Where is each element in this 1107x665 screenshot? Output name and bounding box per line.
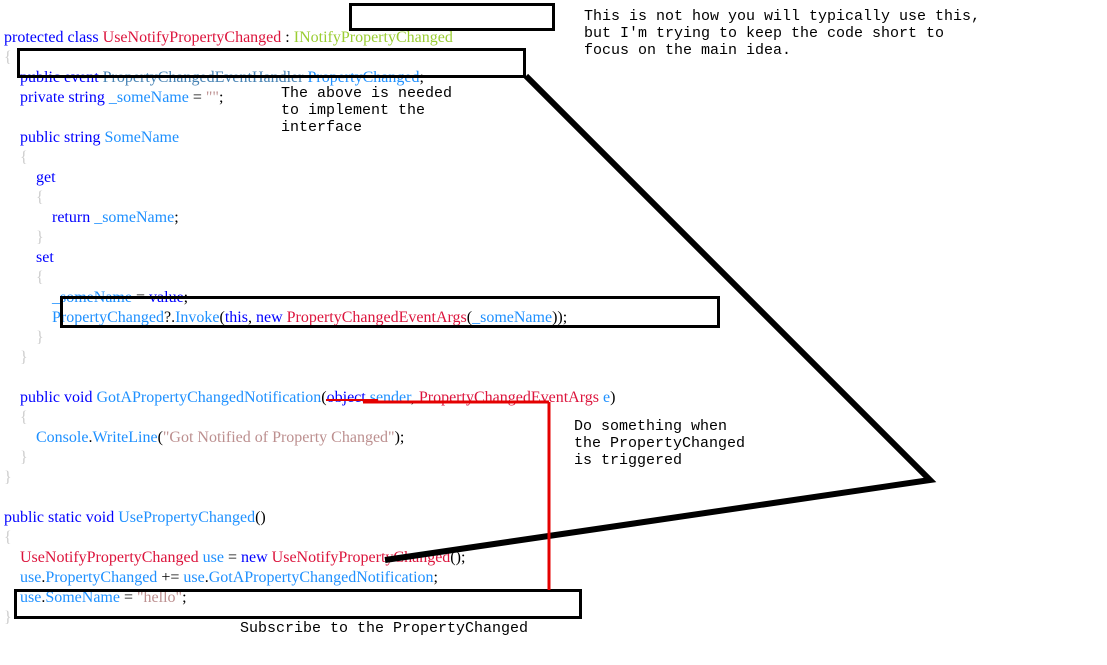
method-usepropertychanged: UsePropertyChanged (114, 509, 255, 526)
brace: { (4, 49, 12, 66)
method-notification: GotAPropertyChangedNotification (92, 389, 321, 406)
var-use: use (183, 569, 204, 586)
brace: } (20, 449, 28, 466)
close: ); (395, 429, 405, 446)
brace: } (36, 329, 44, 346)
highlight-box-interface (349, 3, 555, 31)
keyword-void: void (82, 509, 114, 526)
semicolon: ; (434, 569, 438, 586)
keyword-get: get (36, 169, 56, 186)
brace: } (4, 469, 12, 486)
keyword-void: void (60, 389, 92, 406)
interface-name: INotifyPropertyChanged (294, 29, 453, 46)
var-use: use (20, 569, 41, 586)
handler-ref: GotAPropertyChangedNotification (209, 569, 434, 586)
keyword-class: class (64, 29, 99, 46)
keyword-public: public (20, 129, 60, 146)
brace: } (4, 609, 12, 626)
string-literal: "Got Notified of Property Changed" (163, 429, 395, 446)
brace: { (20, 409, 28, 426)
plus-equals: += (157, 569, 183, 586)
semicolon: ; (174, 209, 178, 226)
string-empty: "" (206, 89, 219, 106)
keyword-protected: protected (4, 29, 64, 46)
keyword-public: public (20, 389, 60, 406)
field-ref: _someName (90, 209, 174, 226)
keyword-static: static (44, 509, 82, 526)
param-e: e (599, 389, 610, 406)
field-somename: _someName (105, 89, 189, 106)
param-sender: sender (366, 389, 411, 406)
class-name: UseNotifyPropertyChanged (99, 29, 282, 46)
highlight-box-event (17, 48, 526, 78)
annotation-above-needed: The above is needed to implement the int… (281, 85, 452, 136)
keyword-set: set (36, 249, 54, 266)
var-use: use (199, 549, 224, 566)
type-use: UseNotifyPropertyChanged (268, 549, 451, 566)
keyword-public: public (4, 509, 44, 526)
keyword-return: return (52, 209, 90, 226)
equals: = (224, 549, 241, 566)
brace: } (20, 349, 28, 366)
brace: { (36, 189, 44, 206)
brace: { (20, 149, 28, 166)
highlight-box-subscribe (14, 589, 582, 619)
parens: () (255, 509, 266, 526)
type-args: PropertyChangedEventArgs (419, 389, 599, 406)
console-ref: Console (36, 429, 88, 446)
propertychanged-ref: PropertyChanged (45, 569, 157, 586)
equals: = (189, 89, 206, 106)
keyword-object: object (327, 389, 366, 406)
annotation-top-right: This is not how you will typically use t… (584, 8, 980, 59)
annotation-subscribe: Subscribe to the PropertyChanged (240, 620, 528, 637)
property-somename: SomeName (100, 129, 179, 146)
paren: ) (610, 389, 615, 406)
keyword-string: string (60, 129, 100, 146)
annotation-do-something: Do something when the PropertyChanged is… (574, 418, 745, 469)
keyword-string: string (64, 89, 104, 106)
semicolon: ; (219, 89, 223, 106)
brace: } (36, 229, 44, 246)
brace: { (36, 269, 44, 286)
keyword-private: private (20, 89, 64, 106)
type-use: UseNotifyPropertyChanged (20, 549, 199, 566)
comma: , (411, 389, 419, 406)
colon: : (281, 29, 293, 46)
keyword-new: new (241, 549, 268, 566)
writeline-call: WriteLine (92, 429, 157, 446)
brace: { (4, 529, 12, 546)
parens-semi: (); (450, 549, 465, 566)
highlight-box-invoke (60, 296, 720, 328)
